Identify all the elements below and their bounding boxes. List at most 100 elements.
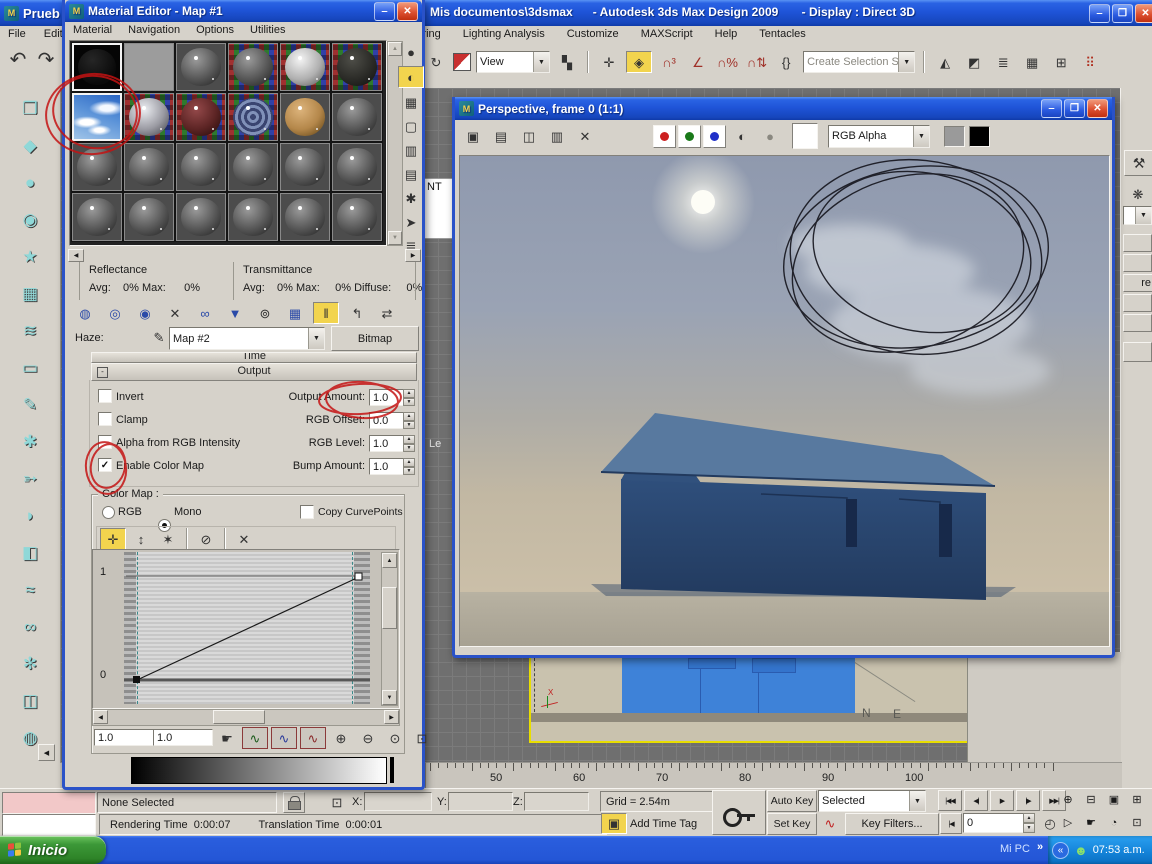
utilities-tab-hammer-icon[interactable]: ⚒: [1124, 150, 1152, 176]
maxscript-listener-pink[interactable]: [2, 792, 96, 814]
material-sample-slot[interactable]: [332, 43, 382, 91]
layout-icon[interactable]: ▚: [555, 52, 579, 72]
tray-collapse-icon[interactable]: «: [1052, 841, 1069, 859]
material-sample-slot[interactable]: [280, 43, 330, 91]
reset-curves-icon[interactable]: ✕: [232, 529, 256, 549]
curve-editor-icon[interactable]: ▦: [1020, 52, 1044, 72]
green-channel-icon[interactable]: [678, 124, 701, 148]
show-map-in-viewport-icon[interactable]: ‖: [313, 302, 339, 324]
material-sample-slot[interactable]: [176, 143, 226, 191]
map-name-combo[interactable]: Map #2 ▼: [169, 327, 325, 350]
channel-display-combo[interactable]: RGB Alpha ▼: [828, 124, 930, 148]
color-map-curve[interactable]: [124, 552, 370, 704]
chevron-down-icon[interactable]: ▼: [913, 125, 929, 147]
move-point-icon[interactable]: ✛: [100, 528, 126, 550]
delete-point-icon[interactable]: ⊘: [194, 529, 218, 549]
mat-menu-options[interactable]: Options: [196, 24, 234, 41]
time-tag-cube-icon[interactable]: ▣: [601, 813, 627, 834]
select-manipulate-icon[interactable]: ✛: [597, 52, 621, 72]
curve-x-value-field[interactable]: 1.0: [94, 729, 154, 746]
output-rollout-header[interactable]: - Output: [91, 363, 417, 381]
material-sample-slot[interactable]: [124, 193, 174, 241]
mat-minimize-button[interactable]: ‒: [374, 1, 395, 21]
menu-customize[interactable]: Customize: [567, 28, 619, 40]
furniture-icon[interactable]: ◫: [13, 688, 47, 714]
selection-lock-icon[interactable]: [283, 792, 305, 813]
viewport-house-shape[interactable]: [622, 658, 855, 714]
book-icon[interactable]: ◧: [13, 540, 47, 566]
primitives-icon[interactable]: ❒: [13, 96, 47, 122]
x-field[interactable]: [364, 792, 432, 811]
right-viewport-panel[interactable]: [967, 652, 1121, 762]
backlight-icon[interactable]: ◐: [398, 66, 424, 88]
menu-file[interactable]: File: [8, 28, 26, 40]
make-unique-icon[interactable]: ∞: [193, 303, 217, 323]
material-sample-slot[interactable]: [72, 193, 122, 241]
material-sample-slot[interactable]: [72, 143, 122, 191]
render-window-titlebar[interactable]: M Perspective, frame 0 (1:1) ‒ ❐ ✕: [455, 97, 1112, 120]
material-sample-slot-sky-map[interactable]: [72, 93, 122, 141]
selection-filter-combo[interactable]: Selected ▼: [818, 790, 926, 812]
scroll-left-icon[interactable]: ◀: [93, 710, 108, 724]
blue-channel-icon[interactable]: [703, 124, 726, 148]
spinner-snap-icon[interactable]: ∩⇅: [745, 52, 769, 72]
bump-amount-spinner[interactable]: ▲ ▼: [403, 458, 415, 475]
clamp-checkbox[interactable]: [98, 412, 112, 426]
material-sample-slot[interactable]: [280, 93, 330, 141]
scale-point-icon[interactable]: ↕: [129, 529, 153, 549]
go-to-parent-icon[interactable]: ↰: [345, 303, 369, 323]
chevron-down-icon[interactable]: ▼: [308, 328, 324, 349]
background-icon[interactable]: ▦: [399, 92, 423, 112]
save-image-icon[interactable]: ▣: [461, 126, 485, 146]
undo-icon[interactable]: ↶: [6, 50, 30, 70]
set-key-curve-icon[interactable]: ∿: [818, 813, 842, 833]
video-color-check-icon[interactable]: ▥: [399, 140, 423, 160]
previous-frame-button[interactable]: ◀|: [964, 790, 988, 811]
active-viewport[interactable]: N E X: [529, 650, 969, 743]
curve-h-scrollbar[interactable]: ◀ ▶: [92, 709, 400, 726]
star-icon[interactable]: ★: [13, 244, 47, 270]
knot-icon[interactable]: ∞: [13, 614, 47, 640]
output-amount-spinner[interactable]: ▲ ▼: [403, 389, 415, 406]
add-point-icon[interactable]: ✶: [156, 529, 180, 549]
zoom-vert-icon[interactable]: ⊖: [356, 728, 380, 748]
menu-tentacles[interactable]: Tentacles: [759, 28, 805, 40]
make-preview-icon[interactable]: ▤: [399, 164, 423, 184]
slot-scroll-left-icon[interactable]: ◀: [68, 249, 84, 262]
collapse-minus-icon[interactable]: -: [97, 367, 108, 378]
scroll-down-icon[interactable]: ▼: [382, 690, 397, 705]
percent-snap-icon[interactable]: ∩%: [715, 52, 740, 72]
material-editor-titlebar[interactable]: M Material Editor - Map #1 ‒ ✕: [65, 0, 422, 22]
slot-scroll-right-icon[interactable]: ▶: [405, 249, 421, 262]
rotate-view-icon[interactable]: ↻: [424, 52, 448, 72]
menu-maxscript[interactable]: MAXScript: [641, 28, 693, 40]
options-icon[interactable]: ✱: [399, 188, 423, 208]
alpha-channel-icon[interactable]: ●: [758, 126, 782, 146]
mat-menu-navigation[interactable]: Navigation: [128, 24, 180, 41]
set-key-button[interactable]: Set Key: [767, 813, 817, 835]
zoom-all-icon[interactable]: ⊟: [1081, 790, 1101, 809]
clear-image-icon[interactable]: ✕: [573, 126, 597, 146]
get-material-icon[interactable]: ◍: [73, 303, 97, 323]
material-sample-slot[interactable]: [124, 143, 174, 191]
angle-snap-icon[interactable]: ∠: [686, 52, 710, 72]
material-sample-slot-selected[interactable]: [72, 43, 122, 91]
weathervane-icon[interactable]: ➳: [13, 466, 47, 492]
copy-curvepoints-checkbox[interactable]: [300, 505, 314, 519]
y-field[interactable]: [448, 792, 513, 811]
z-field[interactable]: [524, 792, 589, 811]
main-close-button[interactable]: ✕: [1135, 4, 1152, 23]
mi-pc-toolbar[interactable]: Mi PC: [1000, 843, 1030, 855]
copy-image-icon[interactable]: ▤: [489, 126, 513, 146]
pen-tool-icon[interactable]: ✎: [13, 392, 47, 418]
panel-button[interactable]: re: [1123, 274, 1152, 292]
zoom-region-icon[interactable]: ⊡: [410, 728, 434, 748]
toolbar-chevron-icon[interactable]: »: [1037, 841, 1043, 853]
menu-lighting-analysis[interactable]: Lighting Analysis: [463, 28, 545, 40]
align-icon[interactable]: ◩: [962, 52, 986, 72]
material-sample-slot[interactable]: [124, 93, 174, 141]
select-by-material-icon[interactable]: ➤: [399, 212, 423, 232]
chevron-down-icon[interactable]: ▼: [909, 791, 925, 811]
print-image-icon[interactable]: ▥: [545, 126, 569, 146]
goto-time-start-button[interactable]: |◀: [940, 813, 962, 834]
